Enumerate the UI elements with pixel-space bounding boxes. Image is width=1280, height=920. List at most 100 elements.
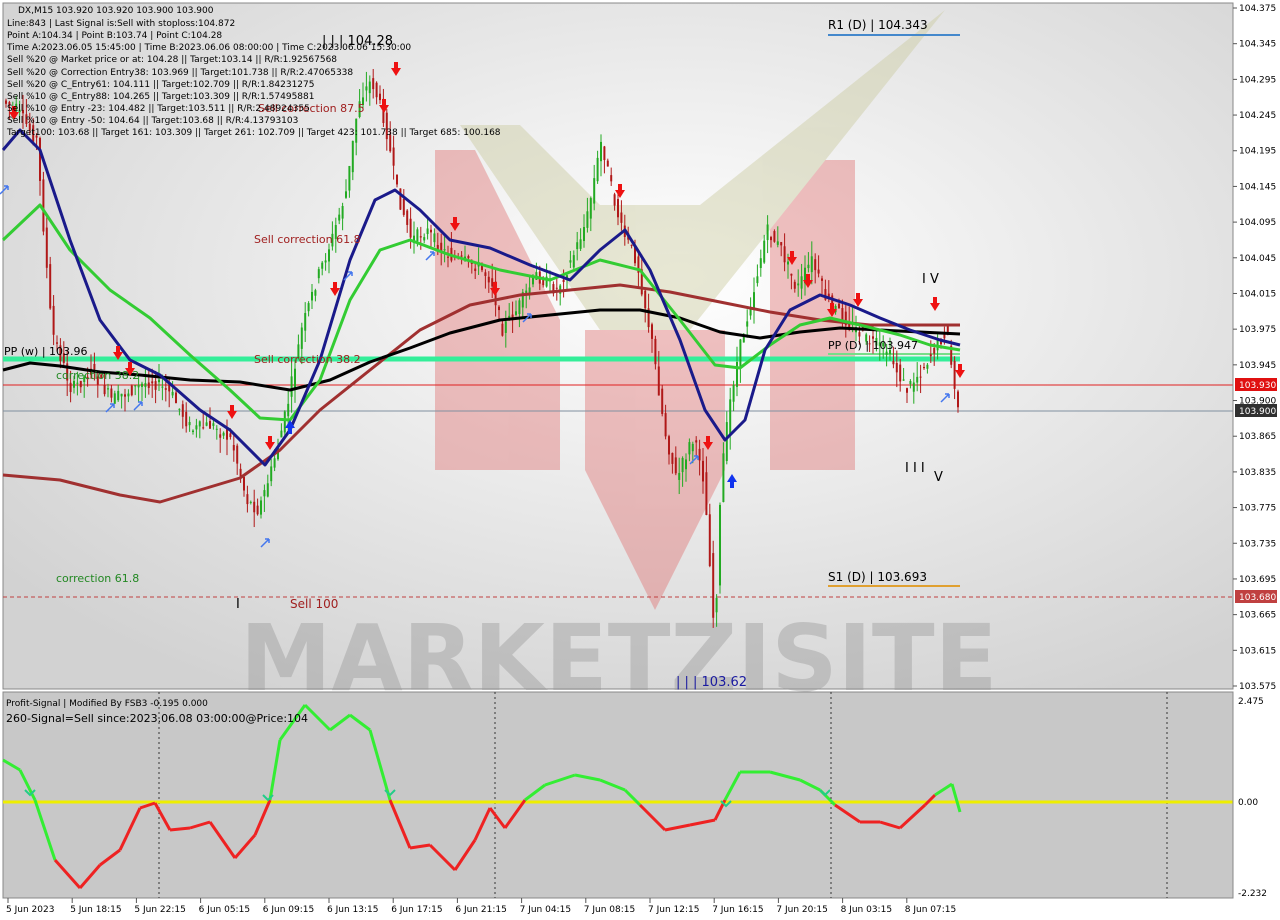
candle-body — [375, 82, 378, 98]
candle-body — [671, 452, 674, 464]
correction-382: correction 38.2 — [56, 369, 139, 382]
price-axis-tick-label: 104.375 — [1239, 4, 1276, 14]
buy-arrow-stem — [288, 428, 292, 434]
sell-arrow-stem — [230, 405, 234, 411]
candle-body — [144, 383, 147, 388]
candle-body — [702, 460, 704, 482]
sell-correction-382: Sell correction 38.2 — [254, 353, 361, 366]
candle-body — [56, 342, 58, 344]
candle-body — [232, 444, 235, 451]
candle-body — [205, 422, 208, 426]
candle-body — [763, 240, 766, 263]
info-line: Sell %10 @ Entry -23: 104.482 || Target:… — [7, 104, 310, 114]
candle-body — [321, 262, 324, 269]
candle-body — [790, 273, 793, 276]
sell-arrow-stem — [333, 282, 337, 288]
candle-body — [124, 394, 126, 397]
sell-arrow-stem — [958, 364, 962, 370]
candle-body — [423, 237, 426, 241]
price-tag-red: 103.930 — [1235, 378, 1277, 391]
candle-body — [518, 300, 521, 315]
candle-body — [729, 399, 732, 436]
candle-body — [919, 376, 922, 378]
candle-body — [283, 411, 286, 433]
candle-body — [766, 224, 769, 241]
candle-body — [916, 376, 919, 383]
pp-weekly-label: PP (w) | 103.96 — [4, 345, 88, 358]
candle-body — [610, 175, 613, 182]
indicator-signal: 260-Signal=Sell since:2023.06.08 03:00:0… — [6, 712, 308, 725]
candle-body — [280, 430, 283, 438]
sell-arrow-stem — [790, 251, 794, 257]
candle-body — [841, 308, 844, 321]
candle-body — [770, 237, 772, 241]
candle-body — [715, 597, 718, 613]
candle-body — [579, 239, 582, 249]
candle-body — [317, 269, 320, 279]
candle-body — [256, 505, 259, 515]
candle-body — [569, 260, 572, 263]
price-axis-tick-label: 104.345 — [1239, 40, 1276, 50]
sell-arrow-stem — [268, 436, 272, 442]
candle-body — [253, 501, 256, 513]
price-axis-tick-label: 104.145 — [1239, 182, 1276, 192]
candle-body — [409, 218, 412, 238]
wave-label-v: V — [934, 470, 943, 485]
candle-body — [474, 268, 477, 272]
time-axis-tick-label: 6 Jun 13:15 — [327, 905, 378, 915]
candle-body — [688, 442, 691, 455]
sell-arrow-stem — [128, 362, 132, 368]
price-tag-current: 103.900 — [1235, 404, 1277, 417]
candle-body — [899, 364, 902, 382]
candle-body — [892, 360, 895, 365]
time-axis-tick-label: 6 Jun 21:15 — [455, 905, 506, 915]
candle-body — [504, 321, 507, 333]
candle-body — [294, 368, 296, 389]
wave-label-iii: I I I — [905, 461, 925, 476]
candle-body — [491, 278, 494, 287]
candle-body — [379, 93, 381, 101]
candle-body — [576, 242, 579, 250]
sell-100-label: Sell 100 — [290, 597, 338, 611]
candle-body — [290, 376, 293, 397]
candle-body — [351, 140, 354, 173]
wave-label-iv: I V — [922, 272, 939, 287]
candle-body — [606, 160, 609, 167]
candle-body — [596, 157, 599, 182]
candle-body — [249, 501, 252, 503]
indicator-tick: -2.232 — [1238, 889, 1267, 899]
candle-body — [657, 366, 660, 396]
price-axis-tick-label: 103.975 — [1239, 325, 1276, 335]
candle-body — [746, 321, 749, 327]
candle-body — [487, 276, 490, 283]
sell-arrow-stem — [806, 274, 810, 280]
candle-body — [202, 427, 205, 429]
candle-body — [52, 305, 55, 335]
candle-body — [929, 354, 932, 357]
correction-618: correction 61.8 — [56, 572, 139, 585]
time-axis-tick-label: 7 Jun 20:15 — [776, 905, 827, 915]
candle-body — [698, 448, 701, 461]
candle-body — [338, 214, 341, 221]
info-line: Sell %10 @ Entry -50: 104.64 || Target:1… — [7, 116, 298, 126]
candle-body — [260, 500, 262, 515]
candle-body — [674, 457, 677, 474]
time-axis-tick-label: 5 Jun 18:15 — [70, 905, 121, 915]
candle-body — [113, 393, 116, 404]
time-axis-tick-label: 5 Jun 2023 — [6, 905, 54, 915]
candle-body — [110, 388, 113, 398]
price-axis-tick-label: 103.775 — [1239, 504, 1276, 514]
candle-body — [722, 453, 725, 503]
candle-body — [107, 388, 109, 390]
info-line: Target100: 103.68 || Target 161: 103.309… — [6, 128, 501, 138]
candle-body — [69, 382, 72, 393]
price-tag-red-text: 103.930 — [1239, 381, 1276, 391]
candle-body — [243, 476, 245, 491]
time-axis-tick-label: 8 Jun 07:15 — [905, 905, 956, 915]
candle-body — [134, 385, 137, 387]
candle-body — [300, 327, 303, 349]
candle-body — [691, 443, 694, 452]
price-axis-tick-label: 104.245 — [1239, 111, 1276, 121]
info-line: Sell %20 @ Correction Entry38: 103.969 |… — [7, 68, 353, 78]
candle-body — [756, 276, 759, 284]
